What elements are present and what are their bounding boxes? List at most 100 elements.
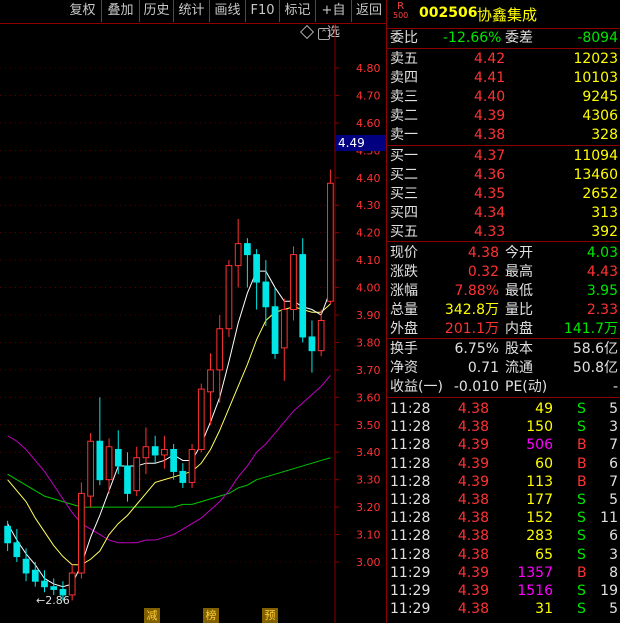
tick-volume: 506	[526, 437, 553, 454]
tick-price: 4.39	[457, 455, 489, 472]
fundamental-row: 换手 6.75% 股本 58.6亿	[387, 340, 620, 358]
bid-volume: 13460	[573, 167, 618, 183]
stat-value: 7.88%	[454, 283, 499, 299]
tick-volume: 150	[526, 419, 553, 436]
toolbar-mark-button[interactable]: 标记	[280, 0, 316, 22]
ask-row: 卖二 4.39 4306	[387, 107, 620, 125]
toolbar-statistics-button[interactable]: 统计	[174, 0, 210, 22]
tick-side: S	[577, 583, 586, 599]
tick-volume: 65	[535, 546, 553, 563]
fundamental-label: 收益(一)	[390, 379, 443, 395]
bid-row: 买二 4.36 13460	[387, 166, 620, 184]
price-tick-label: 3.40	[356, 446, 381, 459]
tick-count: 3	[609, 546, 618, 563]
ask-label: 卖二	[390, 108, 418, 124]
stat-label-2: 量比	[505, 302, 533, 318]
toolbar-restore-rights-button[interactable]: 复权	[64, 0, 102, 22]
tick-time: 11:28	[390, 473, 431, 490]
tick-row: 11:28 4.39 506 B 7	[387, 436, 620, 454]
tick-volume: 177	[526, 492, 553, 508]
ask-volume: 9245	[582, 89, 618, 105]
tick-time: 11:28	[390, 455, 431, 472]
tick-volume: 49	[535, 401, 553, 417]
bid-volume: 392	[591, 224, 618, 240]
stat-value-2: 141.7万	[563, 321, 618, 337]
tick-price: 4.38	[457, 528, 489, 545]
ask-row: 卖四 4.41 10103	[387, 69, 620, 87]
stat-value: 0.32	[467, 264, 499, 280]
bid-label: 买五	[390, 224, 418, 240]
toolbar-overlay-button[interactable]: 叠加	[102, 0, 140, 22]
toolbar-draw-line-button[interactable]: 画线	[210, 0, 246, 22]
price-tick-label: 3.60	[356, 391, 381, 404]
ask-row: 卖一 4.38 328	[387, 126, 620, 144]
price-tick-label: 3.10	[356, 529, 381, 542]
candle-body	[188, 448, 196, 483]
tick-time: 11:29	[390, 564, 431, 581]
candle-body	[78, 492, 85, 574]
collapse-icon[interactable]: ⌃	[318, 28, 330, 40]
candle-body	[87, 440, 94, 497]
price-tick-label: 3.90	[356, 309, 381, 322]
candle-body	[31, 569, 39, 582]
tick-price: 4.38	[457, 601, 489, 618]
tick-price: 4.38	[457, 492, 489, 508]
stat-value-2: 2.33	[586, 302, 618, 318]
toolbar-back-button[interactable]: 返回	[352, 0, 386, 22]
toolbar-f10-button[interactable]: F10	[246, 0, 280, 22]
tick-side: S	[577, 419, 586, 436]
ask-row: 卖五 4.42 12023	[387, 50, 620, 68]
fundamental-value: -0.010	[453, 379, 499, 395]
tick-volume: 152	[526, 510, 553, 527]
tick-price: 4.39	[457, 437, 489, 454]
tick-row: 11:29 4.39 1357 B 8	[387, 564, 620, 582]
kline-chart[interactable]: 4.804.704.604.504.404.304.204.104.003.90…	[0, 24, 386, 623]
tick-row: 11:28 4.38 152 S 11	[387, 509, 620, 527]
candle-body	[253, 254, 260, 283]
commission-row: 委比 -12.66% 委差 -8094	[387, 29, 620, 47]
tick-price: 4.39	[457, 564, 489, 581]
candle-body	[299, 254, 307, 338]
bid-label: 买二	[390, 167, 418, 183]
candle-body	[271, 306, 279, 354]
divider	[387, 338, 620, 339]
fundamental-label-2: 股本	[505, 341, 533, 357]
ask-label: 卖三	[390, 89, 418, 105]
tick-row: 11:28 4.38 49 S 5	[387, 400, 620, 418]
ask-label: 卖一	[390, 127, 418, 143]
tick-price: 4.38	[457, 546, 489, 563]
candle-body	[262, 281, 270, 308]
ranking-badge[interactable]: 榜	[203, 608, 219, 623]
fundamental-value-2: -	[612, 379, 618, 395]
candle-body	[317, 319, 325, 352]
toolbar-history-button[interactable]: 历史	[140, 0, 174, 22]
candle-body	[161, 448, 168, 456]
fundamental-value: 0.71	[467, 360, 499, 376]
bid-price: 4.33	[474, 224, 506, 240]
stat-row: 外盘 201.1万 内盘 141.7万	[387, 320, 620, 338]
tick-row: 11:28 4.38 177 S 5	[387, 491, 620, 509]
rating-badge-number: 500	[393, 11, 409, 20]
price-tick-label: 4.20	[356, 227, 381, 240]
tick-count: 11	[600, 510, 618, 527]
toolbar-add-favorite-button[interactable]: +自选	[316, 0, 352, 40]
reduce-holding-badge[interactable]: 减	[144, 608, 160, 623]
tick-time: 11:28	[390, 528, 431, 545]
ask-price: 4.41	[474, 70, 506, 86]
bid-price: 4.35	[474, 186, 506, 202]
candle-body	[244, 243, 251, 256]
tick-time: 11:28	[390, 546, 431, 563]
tick-count: 6	[609, 528, 618, 545]
tick-side: S	[577, 492, 586, 508]
bid-price: 4.36	[474, 167, 506, 183]
bid-row: 买五 4.33 392	[387, 223, 620, 241]
candle-body	[207, 369, 214, 393]
tick-price: 4.38	[457, 401, 489, 417]
bid-price: 4.34	[474, 205, 506, 221]
candle-body	[68, 572, 76, 596]
kline-chart-canvas[interactable]: 4.804.704.604.504.404.304.204.104.003.90…	[0, 24, 386, 623]
divider	[387, 397, 620, 398]
ask-price: 4.39	[474, 108, 506, 124]
stat-value: 4.38	[467, 245, 499, 261]
forecast-badge[interactable]: 预	[262, 608, 278, 623]
